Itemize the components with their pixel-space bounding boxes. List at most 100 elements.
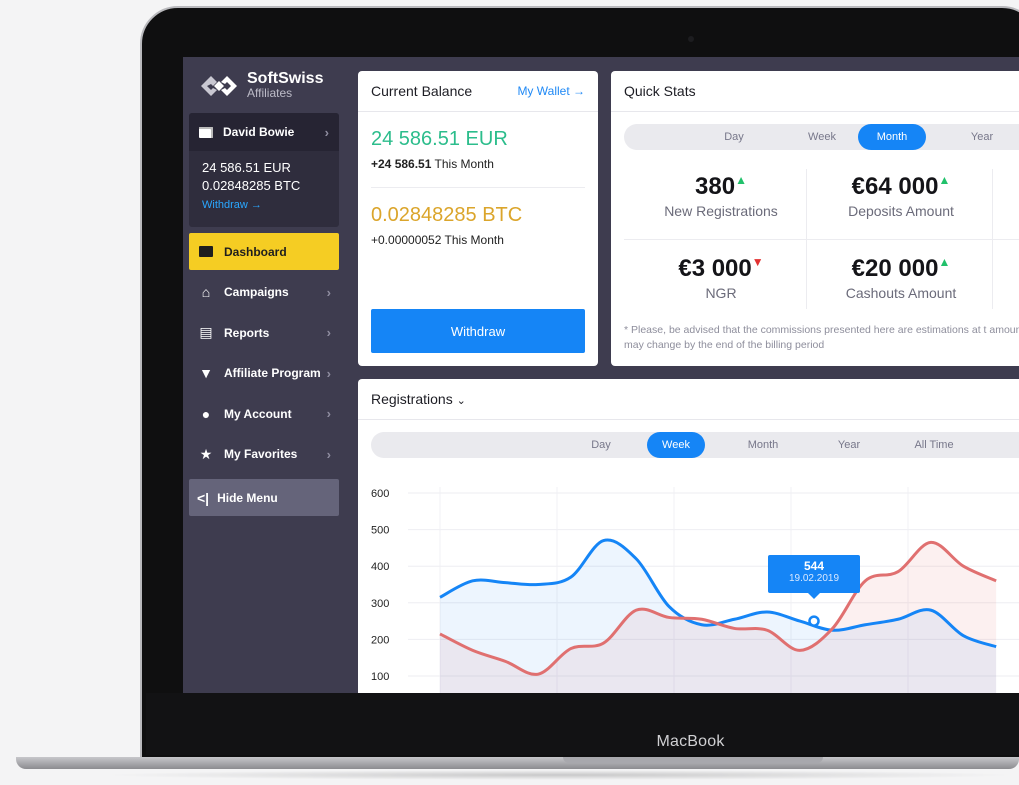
eur-change-amount: +24 586.51: [371, 157, 432, 171]
tooltip-arrow: [808, 593, 820, 599]
stat-new-registrations: 380▲ New Registrations: [636, 173, 806, 219]
clipboard-icon: ▤: [199, 324, 213, 340]
registrations-panel: Registrations ⌄ Day Week Month Year All …: [358, 379, 1019, 693]
sidebar-item-reports[interactable]: ▤ Reports ›: [189, 314, 339, 351]
panel-title: Quick Stats: [624, 83, 696, 99]
registrations-dropdown[interactable]: Registrations ⌄: [371, 391, 466, 407]
laptop-shadow: [100, 770, 1019, 780]
tab-week[interactable]: Week: [792, 124, 852, 150]
tab-year[interactable]: Year: [819, 432, 879, 458]
eur-change: +24 586.51 This Month: [358, 151, 598, 171]
quick-stats-period-selector: Day Week Month Year: [624, 124, 1019, 150]
softswiss-logo-icon: [201, 76, 237, 96]
collapse-arrow-icon: <|: [197, 489, 210, 506]
sidebar-item-label: My Favorites: [224, 447, 298, 461]
logo-name: SoftSwiss: [247, 70, 324, 87]
commission-note: * Please, be advised that the commission…: [624, 324, 1019, 351]
user-icon: ●: [201, 405, 211, 422]
hide-menu-button[interactable]: <| Hide Menu: [189, 479, 339, 516]
eur-balance: 24 586.51 EUR: [371, 128, 508, 150]
highlighted-point[interactable]: [808, 615, 820, 627]
user-menu[interactable]: David Bowie ›: [189, 113, 339, 151]
stat-label: New Registrations: [664, 203, 778, 219]
divider: [624, 239, 1019, 240]
tab-all-time[interactable]: All Time: [899, 432, 969, 458]
stat-value: €20 000: [851, 255, 939, 282]
my-wallet-link[interactable]: My Wallet →: [517, 84, 585, 98]
card-icon: [199, 126, 213, 138]
current-balance-panel: Current Balance My Wallet → 24 586.51 EU…: [358, 71, 598, 366]
tab-month[interactable]: Month: [733, 432, 793, 458]
y-tick-label: 600: [371, 488, 389, 500]
sidebar-item-my-account[interactable]: ● My Account ›: [189, 395, 339, 432]
stat-value: €64 000: [851, 173, 939, 200]
stat-label: Deposits Amount: [848, 203, 954, 219]
sidebar-item-label: Affiliate Program: [224, 366, 321, 380]
home-icon: ⌂: [201, 284, 211, 300]
trend-up-icon: ▲: [735, 173, 747, 187]
btc-change: +0.00000052 This Month: [371, 233, 504, 247]
laptop-brand: MacBook: [656, 733, 725, 750]
y-tick-label: 100: [371, 671, 389, 683]
user-card: David Bowie › 24 586.51 EUR 0.02848285 B…: [189, 113, 339, 227]
star-icon: ★: [199, 445, 213, 462]
panel-title: Registrations: [371, 391, 453, 407]
tab-day[interactable]: Day: [571, 432, 631, 458]
tab-week[interactable]: Week: [647, 432, 705, 458]
chevron-right-icon: ›: [326, 284, 331, 300]
registrations-chart: 100 200 300 400 500 600: [371, 487, 1019, 693]
tooltip-value: 544: [803, 559, 825, 573]
chevron-right-icon: ›: [326, 325, 331, 340]
sidebar-item-my-favorites[interactable]: ★ My Favorites ›: [189, 436, 339, 473]
withdraw-link[interactable]: Withdraw →: [189, 199, 339, 211]
stat-cashouts-amount: €20 000▲ Cashouts Amount: [816, 255, 986, 301]
y-tick-label: 200: [371, 634, 389, 646]
chevron-right-icon: ›: [326, 446, 331, 462]
tab-day[interactable]: Day: [704, 124, 764, 150]
tab-year[interactable]: Year: [952, 124, 1012, 150]
trend-up-icon: ▲: [938, 255, 951, 269]
sidebar-item-affiliate-program[interactable]: ▼ Affiliate Program ›: [189, 355, 339, 392]
user-eur-balance: 24 586.51 EUR: [202, 160, 291, 175]
sidebar-item-label: Campaigns: [224, 285, 289, 299]
y-tick-label: 400: [371, 561, 389, 573]
logo-subtitle: Affiliates: [247, 86, 293, 100]
diamond-icon: ▼: [199, 365, 213, 381]
sidebar-item-label: Dashboard: [224, 244, 287, 259]
y-tick-label: 300: [371, 598, 389, 610]
laptop-base: [16, 757, 1019, 769]
stat-ngr: €3 000▼ NGR: [636, 255, 806, 301]
tooltip-date: 19.02.2019: [788, 573, 840, 584]
chevron-right-icon: ›: [324, 124, 329, 140]
chevron-right-icon: ›: [326, 365, 331, 381]
sidebar-menu: Dashboard ⌂ Campaigns › ▤ Reports › ▼ Af…: [189, 233, 339, 476]
stat-label: Cashouts Amount: [845, 285, 957, 301]
user-name: David Bowie: [223, 125, 295, 139]
sidebar: SoftSwiss Affiliates David Bowie › 24 58…: [183, 57, 347, 693]
chevron-right-icon: ›: [326, 406, 331, 421]
chevron-down-icon: ⌄: [456, 395, 466, 407]
eur-change-label: This Month: [431, 157, 494, 171]
sidebar-item-campaigns[interactable]: ⌂ Campaigns ›: [189, 274, 339, 311]
user-btc-balance: 0.02848285 BTC: [202, 178, 301, 193]
screen: SoftSwiss Affiliates David Bowie › 24 58…: [183, 57, 1019, 693]
trend-up-icon: ▲: [938, 173, 951, 187]
card-icon: [197, 244, 215, 260]
withdraw-button[interactable]: Withdraw: [371, 309, 585, 353]
sidebar-item-label: My Account: [224, 406, 292, 421]
y-tick-label: 500: [371, 525, 389, 537]
quick-stats-panel: Quick Stats Day Week Month Year 380▲ New…: [611, 71, 1019, 366]
camera: [688, 36, 694, 42]
stat-label: NGR: [705, 285, 737, 301]
sidebar-item-dashboard[interactable]: Dashboard: [189, 233, 339, 270]
sidebar-item-label: Reports: [224, 325, 270, 340]
trend-down-icon: ▼: [751, 255, 764, 269]
logo[interactable]: SoftSwiss Affiliates: [199, 71, 323, 101]
tab-month[interactable]: Month: [858, 124, 926, 150]
chart-tooltip: 544 19.02.2019: [768, 555, 860, 599]
registrations-period-selector: Day Week Month Year All Time: [371, 432, 1019, 458]
stat-value: 380: [695, 173, 736, 200]
btc-balance: 0.02848285 BTC: [371, 204, 523, 226]
stat-value: €3 000: [678, 255, 752, 282]
panel-title: Current Balance: [371, 83, 473, 99]
